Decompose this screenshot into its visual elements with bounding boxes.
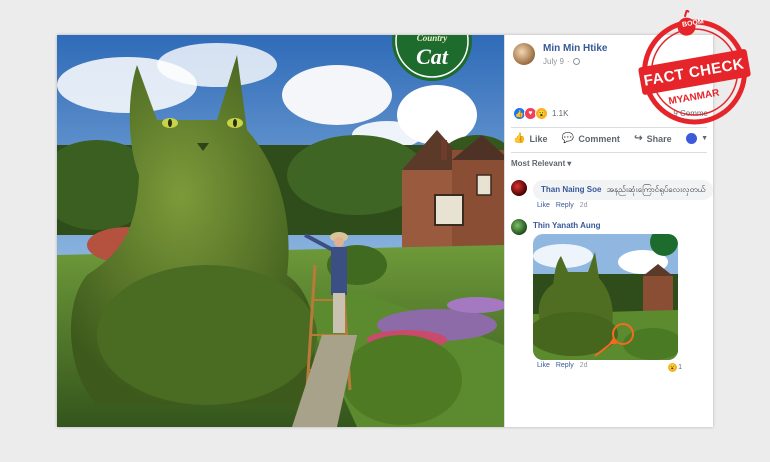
globe-icon	[572, 58, 580, 65]
comment-sort-dropdown[interactable]: Most Relevant ▾	[511, 159, 571, 168]
comment-image[interactable]	[533, 234, 678, 360]
commenter-name[interactable]: Than Naing Soe	[541, 185, 601, 194]
author-avatar[interactable]	[513, 43, 535, 65]
logo-arc-text: Country	[416, 35, 448, 43]
divider	[511, 152, 707, 153]
commenter-avatar[interactable]	[511, 180, 527, 196]
comment-icon: 💬	[561, 133, 575, 144]
comment-label: Comment	[578, 133, 620, 144]
comment-time[interactable]: 2d	[580, 202, 588, 209]
profile-avatar	[686, 133, 698, 144]
comment-reaction-count: 1	[678, 364, 682, 371]
comment-like-link[interactable]: Like	[537, 362, 550, 373]
share-button[interactable]: ↪ Share	[634, 133, 671, 144]
reaction-count[interactable]: 1.1K	[552, 109, 568, 118]
comment-actions: Like Reply 2d 😮 1	[533, 362, 682, 373]
comment: Thin Yanath Aung Like Reply 2d 😮 1	[511, 219, 682, 373]
post-header: Min Min Htike July 9 ·	[513, 43, 607, 66]
wow-reaction-icon: 😮	[535, 107, 548, 120]
comment-reply-link[interactable]: Reply	[556, 362, 574, 373]
post-photo[interactable]: Country Cat	[57, 35, 504, 427]
sort-label: Most Relevant	[511, 159, 566, 168]
commenter-avatar[interactable]	[511, 219, 527, 235]
comment-reactions[interactable]: 😮 1	[667, 362, 682, 373]
comment-like-link[interactable]: Like	[537, 202, 550, 209]
share-label: Share	[646, 133, 672, 144]
post-meta: July 9 ·	[543, 57, 607, 66]
screenshot-frame: Country Cat Min Min Htike July 9 · 👍 ♥ 😮…	[57, 35, 713, 427]
fact-check-badge: BOOM FACT CHECK MYANMAR	[635, 8, 753, 128]
comment-button[interactable]: 💬 Comment	[562, 133, 620, 144]
thumbs-up-icon: 👍	[513, 133, 526, 144]
comment-actions: Like Reply 2d	[533, 202, 713, 209]
post-actions: 👍 Like 💬 Comment ↪ Share ▼	[513, 133, 708, 144]
chevron-down-icon: ▼	[701, 135, 708, 142]
audience-selector[interactable]: ▼	[686, 133, 708, 144]
chevron-down-icon: ▾	[567, 159, 572, 168]
like-label: Like	[529, 133, 548, 144]
comment-time[interactable]: 2d	[580, 362, 588, 373]
comment-bubble: Than Naing Soe အနည်းဆုံးကြောင်ရုပ်လေးလှတ…	[533, 180, 713, 200]
commenter-name[interactable]: Thin Yanath Aung	[533, 219, 682, 230]
post-date[interactable]: July 9	[543, 57, 564, 66]
comment: Than Naing Soe အနည်းဆုံးကြောင်ရုပ်လေးလှတ…	[511, 180, 713, 209]
wow-reaction-icon: 😮	[667, 362, 679, 373]
author-name[interactable]: Min Min Htike	[543, 43, 607, 54]
like-button[interactable]: 👍 Like	[513, 133, 547, 144]
comment-reply-link[interactable]: Reply	[556, 202, 574, 209]
share-icon: ↪	[634, 133, 643, 144]
comment-text: အနည်းဆုံးကြောင်ရုပ်လေးလှတယ်	[606, 185, 706, 194]
logo-title: Cat	[416, 44, 448, 69]
